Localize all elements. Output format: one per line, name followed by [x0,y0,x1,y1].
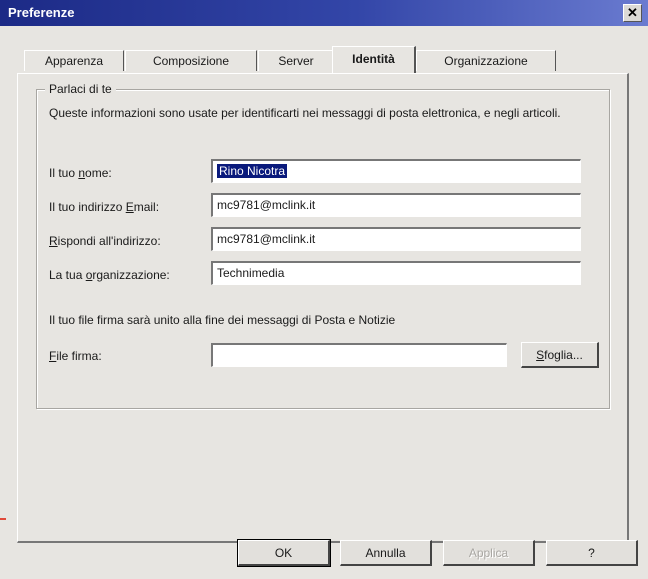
signature-file-field[interactable] [211,343,507,367]
browse-button[interactable]: Sfoglia... [521,342,599,368]
tab-identita[interactable]: Identità [332,46,416,73]
reply-to-field[interactable]: mc9781@mclink.it [211,227,581,251]
edge-marker [0,518,6,520]
email-field[interactable]: mc9781@mclink.it [211,193,581,217]
identity-panel: Parlaci di te Queste informazioni sono u… [17,73,629,543]
about-you-group: Parlaci di te Queste informazioni sono u… [36,82,610,409]
intro-text: Queste informazioni sono usate per ident… [49,106,561,120]
title-bar: Preferenze ✕ [0,0,648,26]
tab-server[interactable]: Server [258,50,334,71]
close-icon[interactable]: ✕ [623,4,642,22]
ok-button[interactable]: OK [237,539,331,567]
preferences-dialog: Apparenza Composizione Server Identità O… [0,26,648,579]
name-field[interactable]: Rino Nicotra [211,159,581,183]
tab-apparenza[interactable]: Apparenza [24,50,124,71]
name-value: Rino Nicotra [217,164,288,178]
signature-note: Il tuo file firma sarà unito alla fine d… [49,313,396,327]
help-button[interactable]: ? [546,540,638,566]
tab-composizione[interactable]: Composizione [125,50,257,71]
name-label: Il tuo nome: [49,166,112,180]
email-label: Il tuo indirizzo Email: [49,200,160,214]
window-title: Preferenze [8,5,75,20]
organization-label: La tua organizzazione: [49,268,170,282]
signature-file-label: File firma: [49,349,102,363]
tab-organizzazione[interactable]: Organizzazione [416,50,556,71]
organization-field[interactable]: Technimedia [211,261,581,285]
cancel-button[interactable]: Annulla [340,540,432,566]
apply-button[interactable]: Applica [443,540,535,566]
group-title: Parlaci di te [45,82,116,96]
reply-label: Rispondi all'indirizzo: [49,234,161,248]
